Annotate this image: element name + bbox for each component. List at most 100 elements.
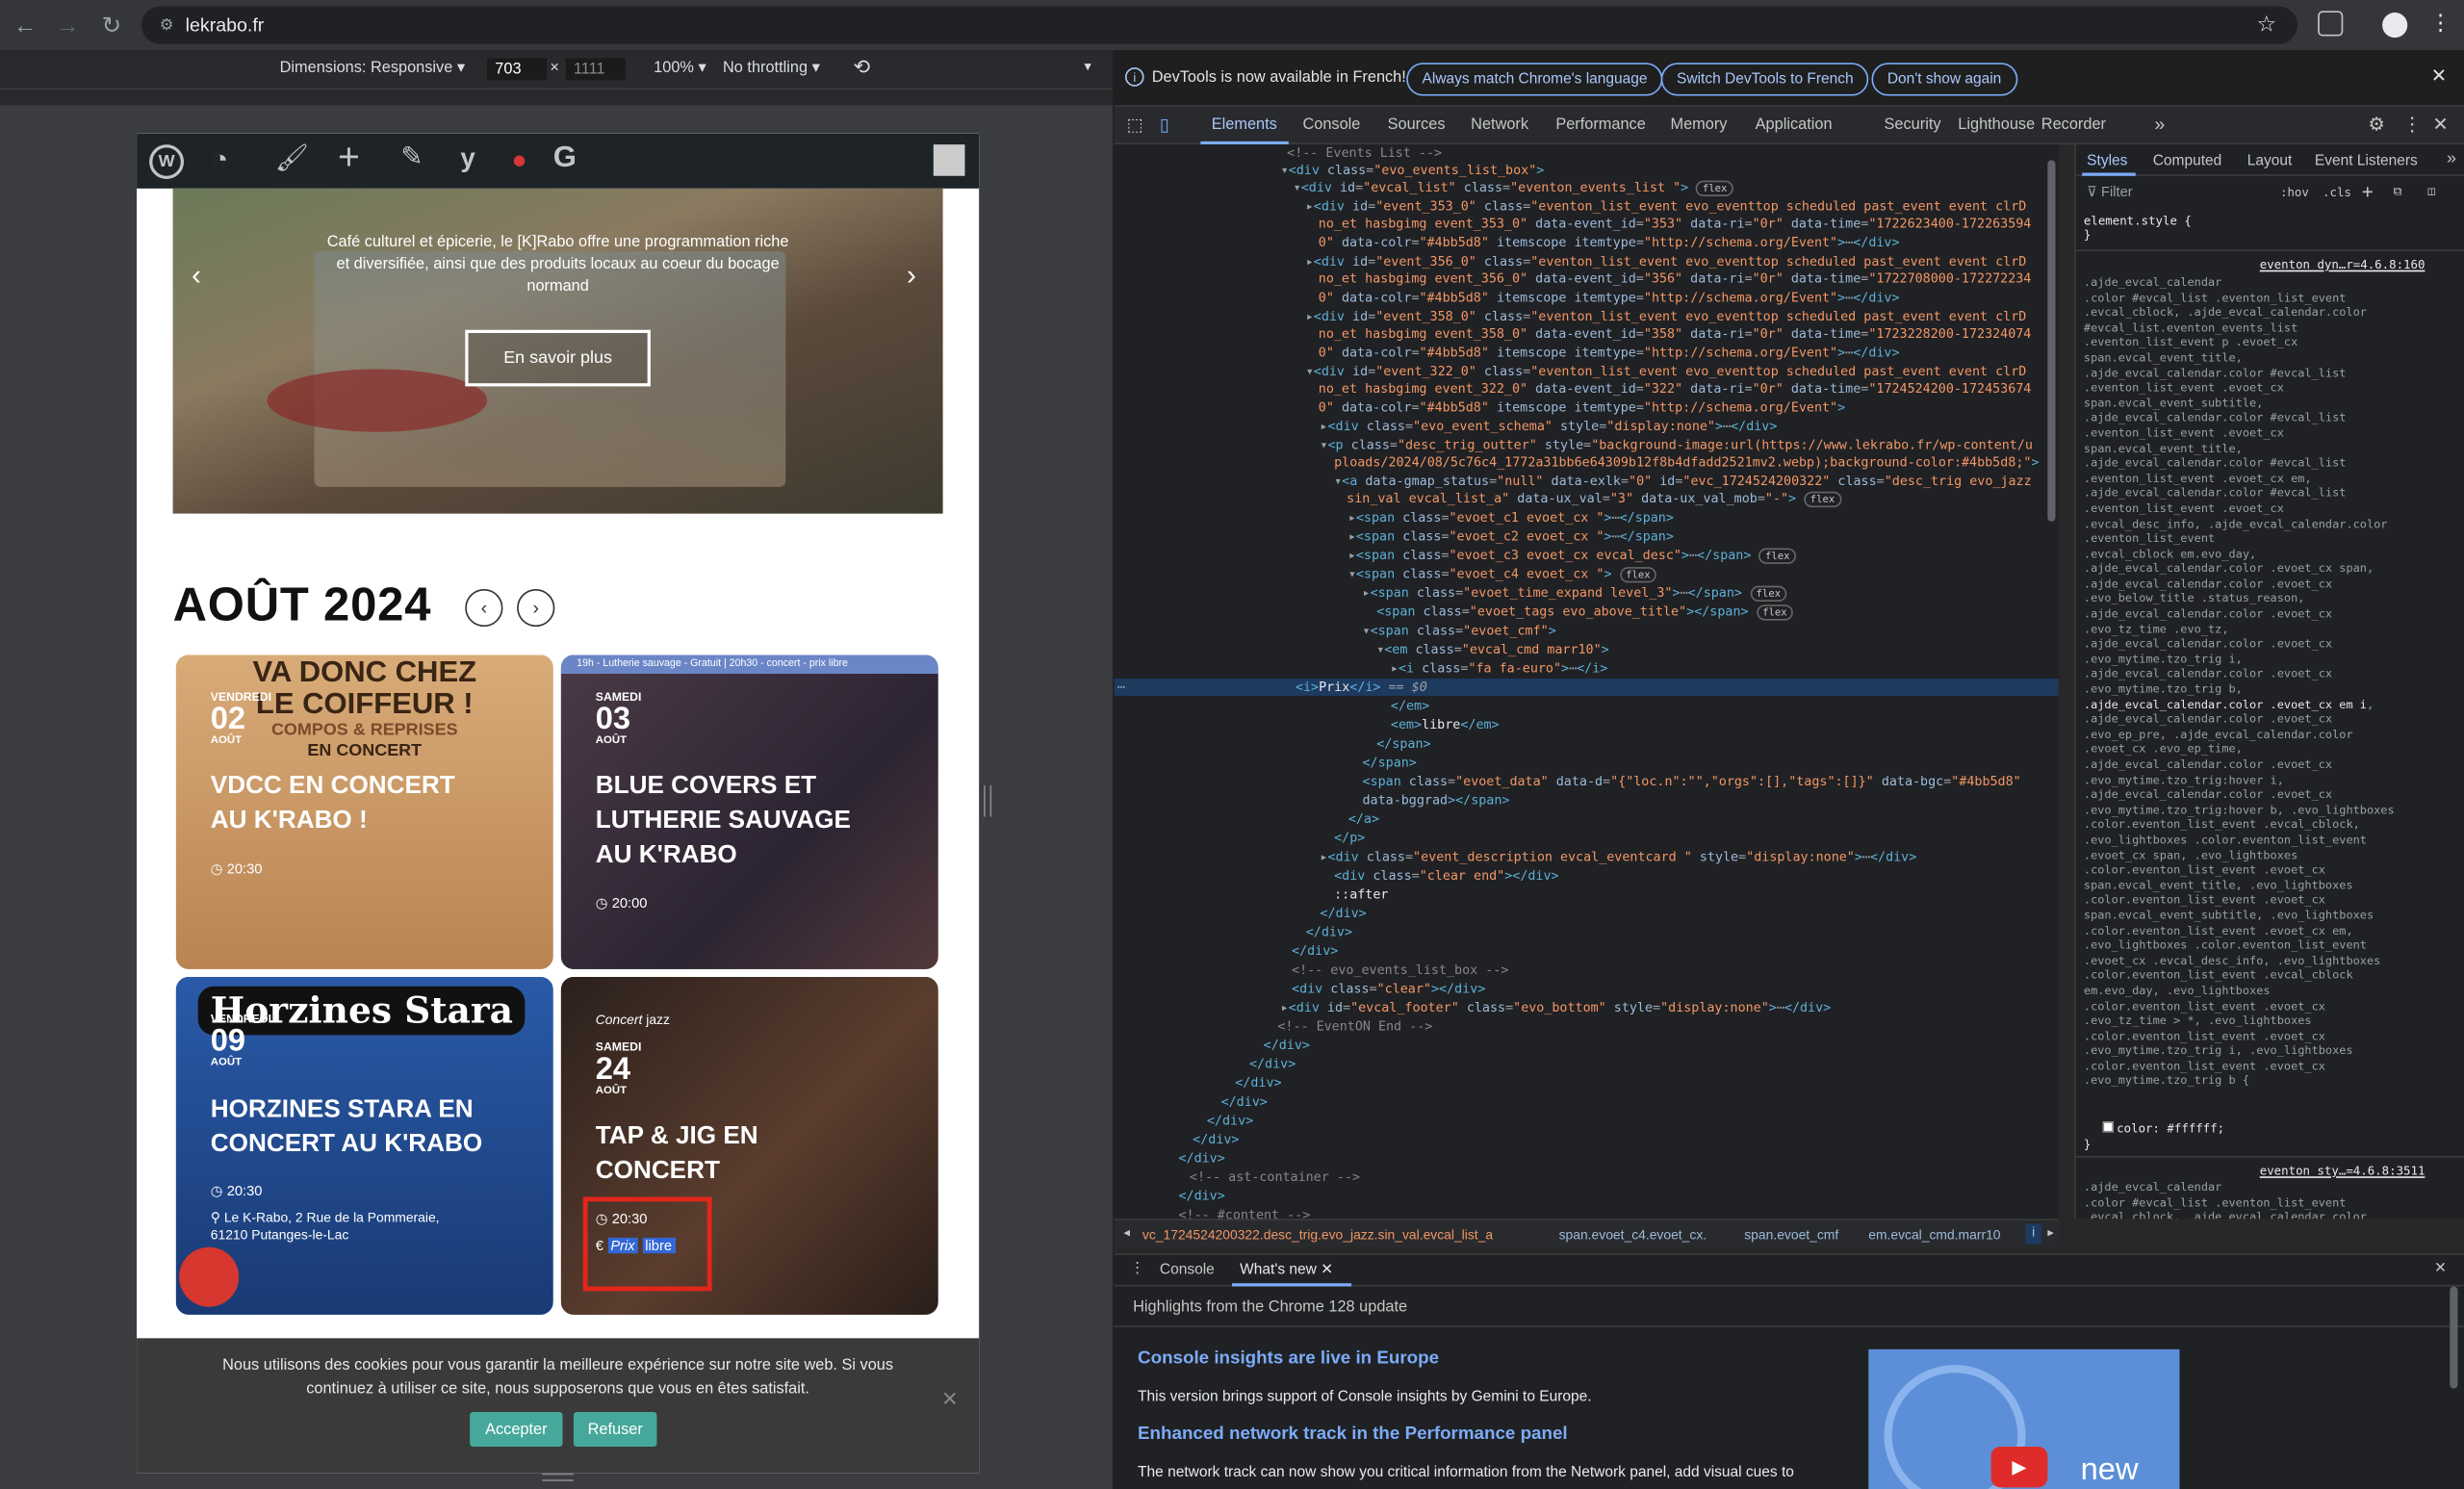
tab-sources[interactable]: Sources: [1388, 116, 1446, 134]
reload-icon[interactable]: ↻: [96, 10, 128, 41]
close-tab-icon[interactable]: ✕: [1321, 1261, 1333, 1278]
address-bar[interactable]: ⚙: [141, 6, 2297, 44]
profile-avatar[interactable]: [2382, 13, 2408, 39]
event-card-vdcc[interactable]: VA DONC CHEZ LE COIFFEUR ! COMPOS & REPRIS…: [175, 655, 553, 969]
device-toolbar-more-icon[interactable]: ▾: [1085, 58, 1091, 75]
device-toggle-icon[interactable]: ▯: [1160, 115, 1169, 136]
forward-icon[interactable]: →: [52, 10, 84, 41]
match-language-button[interactable]: Always match Chrome's language: [1406, 63, 1663, 96]
wordpress-icon[interactable]: W: [149, 144, 185, 180]
crumb-scroll-left[interactable]: ◂: [1123, 1225, 1130, 1240]
computed-tab[interactable]: Computed: [2153, 152, 2222, 169]
element-style-rule[interactable]: element.style {}: [2084, 214, 2192, 242]
red-umbrellas-image: [267, 369, 488, 432]
tab-network[interactable]: Network: [1471, 116, 1528, 134]
rule-selectors-2[interactable]: .ajde_evcal_calendar .color #evcal_list …: [2084, 1180, 2461, 1219]
tab-lighthouse[interactable]: Lighthouse: [1958, 116, 2035, 134]
banner-close-icon[interactable]: ✕: [2431, 64, 2447, 87]
google-icon[interactable]: G: [553, 141, 577, 176]
drawer-tab-console[interactable]: Console: [1160, 1261, 1215, 1278]
selected-node[interactable]: ⋯ <i>Prix</i> == $0: [1114, 678, 2059, 696]
website-viewport: W ◔ 🖌 + ✎ y G Café culturel et épicerie,…: [137, 133, 980, 1474]
switch-french-button[interactable]: Switch DevTools to French: [1660, 63, 1869, 96]
drawer-tab-whats-new[interactable]: What's new ✕: [1240, 1261, 1333, 1278]
dont-show-again-button[interactable]: Don't show again: [1871, 63, 2017, 96]
url-text[interactable]: lekrabo.fr: [186, 14, 265, 37]
elements-scrollbar[interactable]: [2047, 160, 2056, 522]
whats-new-heading-2[interactable]: Enhanced network track in the Performanc…: [1138, 1425, 1568, 1444]
customize-brush-icon[interactable]: 🖌: [275, 142, 309, 174]
tab-memory[interactable]: Memory: [1671, 116, 1728, 134]
media-query-bar[interactable]: [0, 88, 1113, 107]
cookie-refuse-button[interactable]: Refuser: [573, 1412, 657, 1447]
tab-recorder[interactable]: Recorder: [2041, 116, 2106, 134]
styles-tab[interactable]: Styles: [2087, 152, 2127, 169]
play-icon[interactable]: ▶: [1990, 1446, 2048, 1488]
tab-console[interactable]: Console: [1302, 116, 1360, 134]
edit-pencil-icon[interactable]: ✎: [400, 141, 423, 173]
bookmark-star-icon[interactable]: ☆: [2256, 11, 2276, 38]
styles-more-icon[interactable]: »: [2447, 149, 2456, 168]
layout-tab[interactable]: Layout: [2247, 152, 2293, 169]
drawer-close-icon[interactable]: ✕: [2434, 1260, 2447, 1277]
slider-prev-icon[interactable]: ‹: [192, 259, 201, 292]
rule-source-2[interactable]: eventon_sty…=4.6.8:3511: [2260, 1164, 2426, 1178]
prev-month-button[interactable]: ‹: [465, 588, 503, 628]
menu-kebab-icon[interactable]: ⋮: [2429, 10, 2451, 37]
cookie-close-icon[interactable]: ✕: [941, 1387, 959, 1412]
extensions-icon[interactable]: [2318, 11, 2344, 37]
whats-new-heading-1[interactable]: Console insights are live in Europe: [1138, 1349, 1439, 1369]
resize-handle-bottom[interactable]: [542, 1473, 574, 1481]
inspect-element-icon[interactable]: ⬚: [1127, 115, 1143, 136]
new-rule-icon[interactable]: +: [2362, 181, 2374, 203]
devtools-close-icon[interactable]: ✕: [2432, 113, 2448, 135]
tab-security[interactable]: Security: [1885, 116, 1941, 134]
back-icon[interactable]: ←: [10, 10, 41, 41]
event-card-horzines[interactable]: Horzines Stara VENDREDI 09 AOÛT HORZINES…: [175, 977, 553, 1315]
width-input[interactable]: 703: [487, 58, 548, 81]
new-content-icon[interactable]: +: [338, 137, 360, 181]
drawer-scrollbar[interactable]: [2450, 1286, 2458, 1389]
crumb-1[interactable]: vc_1724524200322.desc_trig.evo_jazz.sin_…: [1142, 1226, 1493, 1242]
yoast-icon[interactable]: y: [460, 142, 475, 174]
styles-filter-input[interactable]: ⊽ Filter: [2087, 184, 2260, 206]
event-listeners-tab[interactable]: Event Listeners: [2315, 152, 2418, 169]
hov-toggle[interactable]: :hov: [2280, 186, 2309, 200]
dimensions-select[interactable]: Dimensions: Responsive ▾: [280, 60, 465, 77]
crumb-4[interactable]: em.evcal_cmd.marr10: [1868, 1226, 2000, 1242]
sidebar-toggle-icon[interactable]: ◫: [2427, 184, 2434, 198]
crumb-3[interactable]: span.evoet_cmf: [1744, 1226, 1838, 1242]
crumb-5[interactable]: i: [2025, 1223, 2041, 1245]
throttling-select[interactable]: No throttling ▾: [723, 60, 820, 77]
site-info-icon[interactable]: ⚙: [154, 13, 179, 38]
tab-performance[interactable]: Performance: [1555, 116, 1645, 134]
height-input[interactable]: 1111: [565, 58, 626, 81]
zoom-select[interactable]: 100% ▾: [654, 60, 706, 77]
crumb-scroll-right[interactable]: ▸: [2047, 1225, 2054, 1240]
tab-application[interactable]: Application: [1756, 116, 1833, 134]
rule-selectors-1[interactable]: .ajde_evcal_calendar .color #evcal_list …: [2084, 275, 2461, 1089]
color-swatch[interactable]: [2102, 1121, 2114, 1133]
cls-toggle[interactable]: .cls: [2323, 186, 2351, 200]
event-card-blue-covers[interactable]: 19h - Lutherie sauvage - Gratuit | 20h30…: [560, 655, 938, 969]
dashboard-icon[interactable]: ◔: [212, 144, 228, 176]
rule-source-1[interactable]: eventon_dyn…r=4.6.8:160: [2260, 258, 2426, 272]
drawer-menu-icon[interactable]: ⋮: [1130, 1260, 1145, 1277]
crumb-2[interactable]: span.evoet_c4.evoet_cx.: [1559, 1226, 1707, 1242]
paint-icon[interactable]: ⧉: [2394, 184, 2402, 199]
settings-gear-icon[interactable]: ⚙: [2368, 113, 2385, 135]
resize-handle-right[interactable]: [984, 784, 992, 817]
elements-dom-tree[interactable]: <!-- Events List --> ▾<div class="evo_ev…: [1114, 144, 2059, 1219]
next-month-button[interactable]: ›: [517, 588, 555, 628]
more-tabs-icon[interactable]: »: [2154, 113, 2165, 135]
event-card-tap-jig[interactable]: Concert jazz SAMEDI 24 AOÛT TAP & JIG EN…: [560, 977, 938, 1315]
slider-next-icon[interactable]: ›: [907, 259, 916, 292]
hero-learn-more-button[interactable]: En savoir plus: [465, 329, 651, 387]
whats-new-video-thumbnail[interactable]: ▶ new: [1868, 1348, 2180, 1489]
rotate-icon[interactable]: ⟲: [854, 55, 871, 80]
cookie-accept-button[interactable]: Accepter: [470, 1412, 563, 1447]
tab-elements[interactable]: Elements: [1212, 116, 1277, 134]
color-declaration[interactable]: color: #ffffff;: [2102, 1121, 2224, 1136]
devtools-menu-icon[interactable]: ⋮: [2402, 113, 2422, 135]
user-avatar[interactable]: [933, 144, 965, 176]
